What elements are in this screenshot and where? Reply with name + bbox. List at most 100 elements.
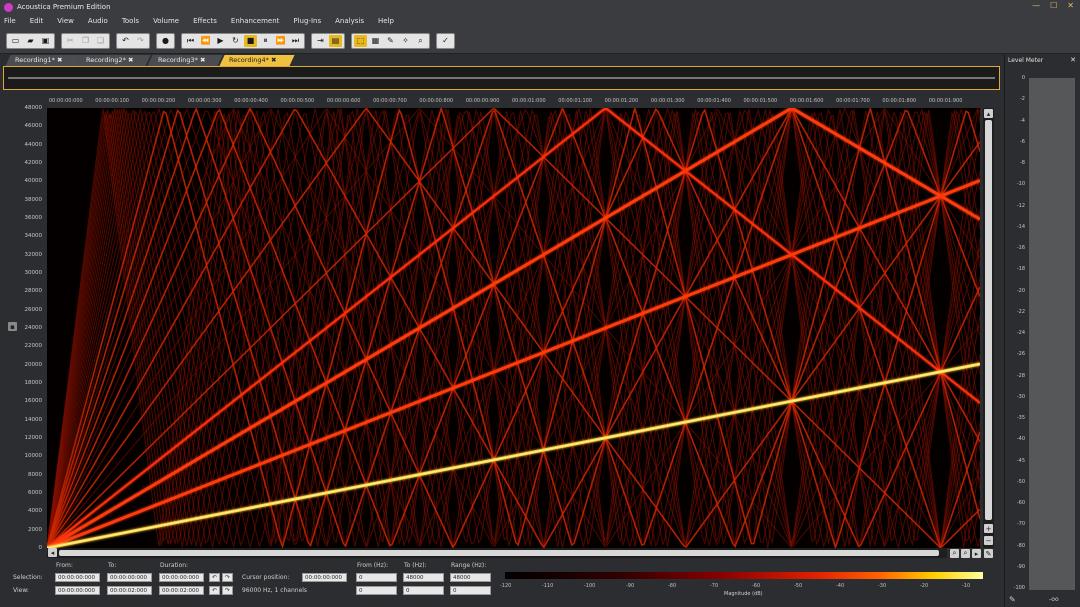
time-tick-label: 00:00:00:300	[187, 98, 222, 104]
waveform-overview[interactable]	[3, 66, 1000, 90]
scroll-up-icon[interactable]: ▴	[984, 109, 993, 118]
minimize-icon[interactable]: —	[1032, 1, 1040, 10]
selection-tool-group: ⬚ ▦ ✎ ✧ ⌕	[351, 32, 430, 49]
go-to-end-icon[interactable]: ⏭	[289, 35, 302, 47]
view-from-hz-field[interactable]: 0	[356, 586, 397, 595]
from-label: From:	[56, 562, 73, 569]
scroll-right-icon[interactable]: ▸	[972, 549, 981, 558]
wand-tool-icon[interactable]: ✧	[399, 35, 412, 47]
menu-help[interactable]: Help	[378, 17, 394, 25]
maximize-icon[interactable]: ☐	[1050, 1, 1057, 10]
menu-view[interactable]: View	[57, 17, 74, 25]
menu-volume[interactable]: Volume	[153, 17, 179, 25]
time-tick-label: 00:00:01:000	[512, 98, 546, 104]
brush-tool-icon[interactable]: ✎	[384, 35, 397, 47]
colorbar-label: Magnitude (dB)	[724, 591, 763, 597]
tab-close-icon[interactable]: ✖	[200, 56, 205, 64]
transport-tool-group: ⏮ ⏪ ▶ ↻ ■ ⏸ ⏩ ⏭	[181, 32, 305, 49]
meter-settings-icon[interactable]: ✎	[1009, 595, 1016, 604]
zoom-out-vertical-icon[interactable]: −	[984, 536, 993, 545]
time-tick-label: 00:00:00:200	[141, 98, 176, 104]
selection-to-field[interactable]: 00:00:00:000	[107, 573, 152, 582]
spectrogram-view-icon[interactable]: ▤	[329, 34, 342, 47]
rewind-icon[interactable]: ⏪	[199, 35, 212, 47]
level-meter-panel: Level Meter ✕ 0 -2 -4 -6 -8 -10 -12 -14 -16 -18 -2…	[1004, 54, 1080, 607]
paste-icon[interactable]: ❏	[94, 35, 107, 47]
tab-recording2[interactable]: Recording2* ✖	[86, 56, 133, 64]
save-icon[interactable]: ▣	[39, 35, 52, 47]
copy-icon[interactable]: ❐	[79, 35, 92, 47]
menu-tools[interactable]: Tools	[122, 17, 139, 25]
menu-plugins[interactable]: Plug-Ins	[293, 17, 321, 25]
selection-duration-field[interactable]: 00:00:00:000	[159, 573, 204, 582]
horizontal-scroll-thumb[interactable]	[59, 550, 939, 556]
selection-redo-icon[interactable]: ↷	[222, 573, 233, 582]
time-tick-label: 00:00:00:000	[49, 98, 83, 104]
tab-recording3[interactable]: Recording3* ✖	[158, 56, 205, 64]
tab-close-icon[interactable]: ✖	[57, 56, 62, 64]
tab-recording4[interactable]: Recording4* ✖	[229, 56, 276, 64]
zoom-out-horizontal-icon[interactable]: ⌕	[961, 549, 970, 558]
open-folder-icon[interactable]: ▰	[24, 35, 37, 47]
play-icon[interactable]: ▶	[214, 35, 227, 47]
go-to-start-icon[interactable]: ⏮	[184, 35, 197, 47]
menu-audio[interactable]: Audio	[88, 17, 108, 25]
colorbar-tick-label: -80	[668, 583, 677, 589]
cut-icon[interactable]: ✂	[64, 35, 77, 47]
close-window-icon[interactable]: ✕	[1067, 1, 1074, 10]
view-to-hz-field[interactable]: 0	[403, 586, 444, 595]
tab-close-icon[interactable]: ✖	[128, 56, 133, 64]
tab-close-icon[interactable]: ✖	[271, 56, 276, 64]
zoom-in-horizontal-icon[interactable]: ⌕	[950, 549, 959, 558]
selection-to-hz-field[interactable]: 48000	[403, 573, 444, 582]
redo-icon[interactable]: ↷	[134, 35, 147, 47]
wrench-icon[interactable]: ✎	[984, 549, 993, 558]
scrub-tool-icon[interactable]: ⇥	[314, 35, 327, 47]
view-range-hz-field[interactable]: 0	[450, 586, 491, 595]
spectrogram-canvas[interactable]	[47, 108, 980, 548]
menu-analysis[interactable]: Analysis	[335, 17, 364, 25]
frequency-tick-label: 30000	[24, 270, 43, 276]
record-icon[interactable]: ●	[159, 35, 172, 47]
view-duration-field[interactable]: 00:00:02:000	[159, 586, 204, 595]
fast-forward-icon[interactable]: ⏩	[274, 35, 287, 47]
selection-undo-icon[interactable]: ↶	[209, 573, 220, 582]
undo-icon[interactable]: ↶	[119, 35, 132, 47]
view-to-field[interactable]: 00:00:02:000	[107, 586, 152, 595]
new-file-icon[interactable]: ▭	[9, 35, 22, 47]
settings-tool-icon[interactable]: ✓	[439, 35, 452, 47]
channel-toggle-icon[interactable]: ▪	[8, 322, 17, 331]
level-meter-close-icon[interactable]: ✕	[1070, 56, 1076, 64]
view-from-field[interactable]: 00:00:00:000	[55, 586, 100, 595]
colorbar-tick-label: -90	[626, 583, 635, 589]
overview-waveform	[8, 77, 995, 79]
magnifier-tool-icon[interactable]: ⌕	[414, 35, 427, 47]
colorbar-tick-label: -110	[542, 583, 554, 589]
horizontal-scrollbar[interactable]: ◂	[47, 548, 947, 558]
menu-enhancement[interactable]: Enhancement	[231, 17, 279, 25]
menu-file[interactable]: File	[4, 17, 16, 25]
view-redo-icon[interactable]: ↷	[222, 586, 233, 595]
zoom-in-vertical-icon[interactable]: +	[984, 524, 993, 533]
colorbar-tick-label: -30	[878, 583, 887, 589]
pause-icon[interactable]: ⏸	[259, 35, 272, 47]
frequency-tick-label: 2000	[28, 526, 42, 533]
selection-tool-icon[interactable]: ⬚	[354, 34, 367, 47]
loop-icon[interactable]: ↻	[229, 35, 242, 47]
selection-from-field[interactable]: 00:00:00:000	[55, 573, 100, 582]
menu-edit[interactable]: Edit	[30, 17, 44, 25]
window-controls: — ☐ ✕	[1032, 1, 1074, 10]
image-tool-icon[interactable]: ▦	[369, 35, 382, 47]
meter-tick-label: -4	[1020, 117, 1025, 124]
tab-recording1[interactable]: Recording1* ✖	[15, 56, 62, 64]
time-ruler[interactable]: 00:00:00:000 00:00:00:100 00:00:00:200 00:0…	[47, 98, 980, 108]
menu-effects[interactable]: Effects	[193, 17, 217, 25]
vertical-scrollbar[interactable]: ▴ + −	[983, 108, 994, 548]
view-undo-icon[interactable]: ↶	[209, 586, 220, 595]
selection-from-hz-field[interactable]: 0	[356, 573, 397, 582]
vertical-scroll-thumb[interactable]	[985, 120, 992, 520]
scroll-left-icon[interactable]: ◂	[48, 548, 57, 557]
selection-range-hz-field[interactable]: 48000	[450, 573, 491, 582]
stop-icon[interactable]: ■	[244, 34, 257, 47]
meter-tick-label: -26	[1016, 351, 1025, 358]
